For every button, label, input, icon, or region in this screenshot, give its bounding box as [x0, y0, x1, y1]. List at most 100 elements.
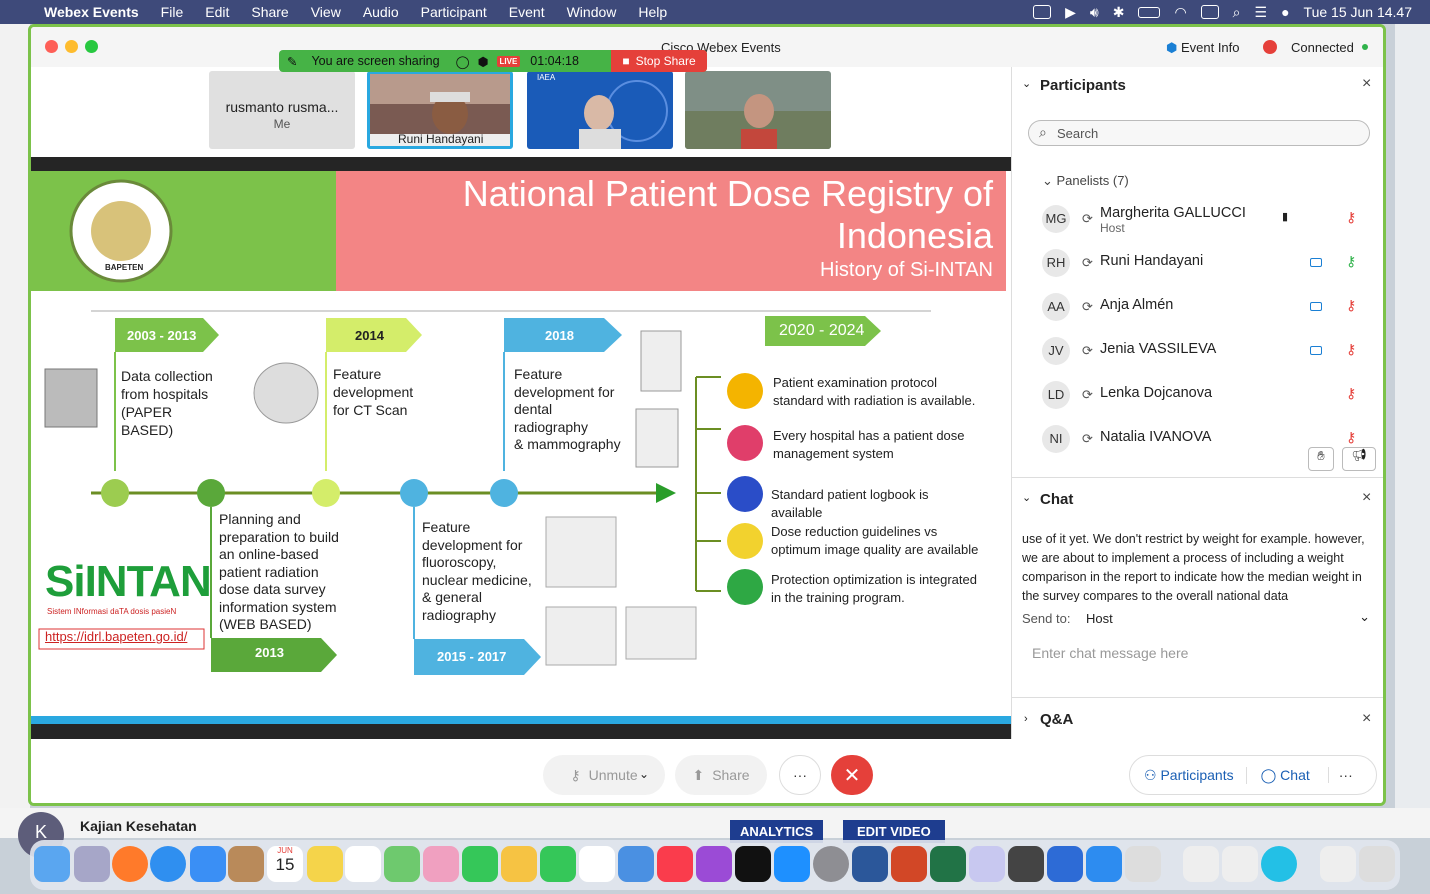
participant-row[interactable]: JV ⟳ Jenia VASSILEVA ⚷: [1042, 337, 1362, 367]
app-icon[interactable]: [1047, 846, 1083, 882]
participant-row[interactable]: RH ⟳ Runi Handayani ⚷: [1042, 249, 1362, 279]
share-button[interactable]: ⬆ Share: [675, 755, 767, 795]
send-to-row[interactable]: Send to: Host ⌄: [1022, 609, 1374, 626]
music-icon[interactable]: [657, 846, 693, 882]
pause-icon[interactable]: ◯: [456, 54, 470, 69]
downloads-icon[interactable]: [1320, 846, 1356, 882]
app-icon[interactable]: [1222, 846, 1258, 882]
participant-row[interactable]: AA ⟳ Anja Almén ⚷: [1042, 293, 1362, 323]
menu-file[interactable]: File: [161, 4, 184, 20]
webex-icon[interactable]: [1261, 846, 1297, 882]
menu-edit[interactable]: Edit: [205, 4, 229, 20]
pages-icon[interactable]: [501, 846, 537, 882]
mic-muted-icon[interactable]: ⚷: [1346, 209, 1356, 226]
mic-muted-icon[interactable]: ⚷: [1346, 429, 1356, 446]
participants-collapse-icon[interactable]: ⌄: [1022, 77, 1031, 90]
channel-name[interactable]: Kajian Kesehatan: [80, 818, 197, 834]
video-icon[interactable]: [1310, 346, 1322, 355]
self-video-tile[interactable]: rusmanto rusma... Me: [209, 71, 355, 149]
participant-row[interactable]: MG ⟳ Margherita GALLUCCI Host ▮ ⚷: [1042, 205, 1362, 235]
record-icon[interactable]: [1263, 40, 1277, 54]
menu-help[interactable]: Help: [638, 4, 667, 20]
app-icon[interactable]: [1183, 846, 1219, 882]
contacts-icon[interactable]: [228, 846, 264, 882]
participants-close-icon[interactable]: ×: [1362, 75, 1371, 93]
zoom-icon[interactable]: [1086, 846, 1122, 882]
play-icon[interactable]: ▶: [1065, 4, 1076, 21]
close-window-button[interactable]: [45, 40, 58, 53]
settings-icon[interactable]: [813, 846, 849, 882]
menu-view[interactable]: View: [311, 4, 341, 20]
menu-app[interactable]: Webex Events: [44, 4, 139, 20]
raise-hand-button[interactable]: ✋︎: [1308, 447, 1334, 471]
panel-more-button[interactable]: ···: [1327, 767, 1353, 783]
siri-icon[interactable]: ●: [1281, 4, 1289, 20]
participants-button[interactable]: ⚇ Participants: [1144, 766, 1247, 784]
mic-muted-icon[interactable]: ⚷: [1346, 341, 1356, 358]
chat-button[interactable]: ◯ Chat: [1261, 767, 1310, 784]
participant-row[interactable]: LD ⟳ Lenka Dojcanova ⚷: [1042, 381, 1362, 411]
tv-icon[interactable]: [735, 846, 771, 882]
chat-collapse-icon[interactable]: ⌄: [1022, 491, 1031, 504]
active-speaker-tile[interactable]: Runi Handayani: [367, 71, 513, 149]
firefox-icon[interactable]: [112, 846, 148, 882]
video-icon[interactable]: [1310, 258, 1322, 267]
calculator-icon[interactable]: [1008, 846, 1044, 882]
notes-icon[interactable]: [307, 846, 343, 882]
calendar-icon[interactable]: JUN 15: [267, 846, 303, 882]
keyboard-icon[interactable]: [1200, 5, 1219, 19]
app-icon[interactable]: [969, 846, 1005, 882]
more-options-button[interactable]: ···: [779, 755, 821, 795]
messages-icon[interactable]: [462, 846, 498, 882]
participant-tile-iaea[interactable]: IAEA: [527, 71, 673, 149]
audio-options-button[interactable]: ⌄: [639, 767, 649, 781]
control-center-icon[interactable]: ☰: [1255, 4, 1268, 21]
launchpad-icon[interactable]: [74, 846, 110, 882]
sintan-link[interactable]: https://idrl.bapeten.go.id/: [45, 629, 187, 644]
menu-participant[interactable]: Participant: [421, 4, 487, 20]
event-info-button[interactable]: ⬢ Event Info: [1166, 40, 1240, 56]
word-icon[interactable]: [852, 846, 888, 882]
mic-muted-icon[interactable]: ⚷: [1346, 297, 1356, 314]
clock[interactable]: Tue 15 Jun 14.47: [1304, 4, 1412, 20]
wifi-icon[interactable]: ◠: [1174, 4, 1186, 21]
video-icon[interactable]: [1310, 302, 1322, 311]
bluetooth-icon[interactable]: ✱: [1113, 4, 1125, 21]
chat-close-icon[interactable]: ×: [1362, 489, 1371, 507]
mic-muted-icon[interactable]: ⚷: [1346, 385, 1356, 402]
menu-event[interactable]: Event: [509, 4, 545, 20]
excel-icon[interactable]: [930, 846, 966, 882]
minimize-window-button[interactable]: [65, 40, 78, 53]
facetime-icon[interactable]: [540, 846, 576, 882]
powerpoint-icon[interactable]: [891, 846, 927, 882]
maps-icon[interactable]: [384, 846, 420, 882]
participants-search-input[interactable]: ⌕ Search: [1028, 120, 1370, 146]
volume-icon[interactable]: 🔊︎: [1090, 4, 1099, 21]
announce-button[interactable]: 📢︎: [1342, 447, 1376, 471]
safari-icon[interactable]: [150, 846, 186, 882]
chat-input[interactable]: Enter chat message here: [1032, 645, 1188, 661]
spotlight-icon[interactable]: ⌕: [1233, 4, 1241, 21]
numbers-icon[interactable]: [579, 846, 615, 882]
webex-status-icon[interactable]: [1033, 5, 1052, 19]
qa-close-icon[interactable]: ×: [1362, 710, 1371, 728]
share-pen-icon[interactable]: ✎: [287, 54, 297, 69]
battery-icon[interactable]: [1138, 6, 1161, 18]
keynote-icon[interactable]: [618, 846, 654, 882]
finder-icon[interactable]: [34, 846, 70, 882]
app-store-icon[interactable]: [774, 846, 810, 882]
mail-icon[interactable]: [190, 846, 226, 882]
menu-audio[interactable]: Audio: [363, 4, 399, 20]
stop-share-button[interactable]: ■ Stop Share: [611, 50, 707, 72]
app-icon[interactable]: [1125, 846, 1161, 882]
mic-active-icon[interactable]: ⚷: [1346, 253, 1356, 270]
menu-share[interactable]: Share: [251, 4, 288, 20]
chevron-down-icon[interactable]: ⌄: [1359, 609, 1370, 625]
zoom-window-button[interactable]: [85, 40, 98, 53]
qa-expand-icon[interactable]: ›: [1024, 713, 1028, 725]
menu-window[interactable]: Window: [567, 4, 617, 20]
trash-icon[interactable]: [1359, 846, 1395, 882]
panelists-group[interactable]: ⌄ Panelists (7): [1042, 173, 1129, 189]
photos-icon[interactable]: [423, 846, 459, 882]
podcasts-icon[interactable]: [696, 846, 732, 882]
